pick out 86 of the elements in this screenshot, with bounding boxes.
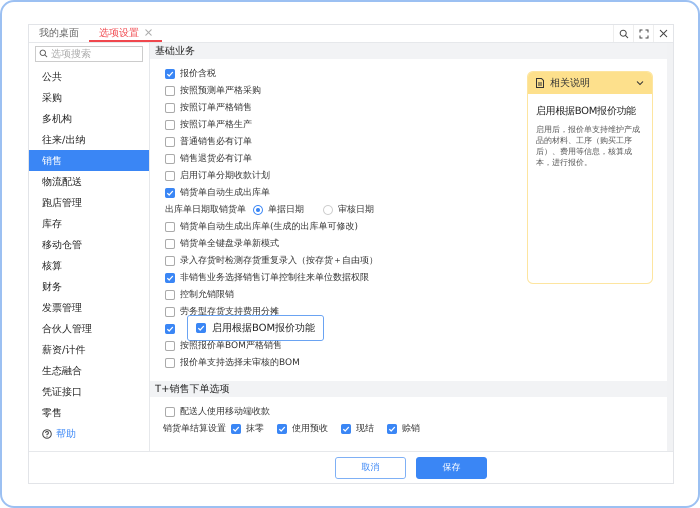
option-label: 销货单自动生成出库单(生成的出库单可修改) — [180, 220, 358, 233]
checkbox[interactable] — [196, 323, 206, 333]
radio-label: 单据日期 — [268, 204, 304, 216]
sidebar-item[interactable]: 销售 — [29, 150, 149, 171]
radio-label: 审核日期 — [338, 204, 374, 216]
sidebar-item[interactable]: 薪资/计件 — [29, 339, 149, 360]
sidebar-item[interactable]: 发票管理 — [29, 297, 149, 318]
option-label: 按照预测单严格采购 — [180, 84, 261, 97]
sidebar-item[interactable]: 财务 — [29, 276, 149, 297]
sidebar-item[interactable]: 移动仓管 — [29, 234, 149, 255]
option-label: 按照报价单BOM严格销售 — [180, 340, 282, 352]
checkbox[interactable] — [165, 340, 175, 350]
checkbox[interactable] — [165, 358, 175, 368]
option-label: 配送人使用移动端收款 — [180, 406, 270, 418]
checkbox[interactable] — [165, 136, 175, 146]
panel-header[interactable]: 相关说明 — [528, 72, 652, 94]
checkbox[interactable] — [277, 424, 287, 434]
callout-label: 启用根据BOM报价功能 — [212, 322, 316, 335]
checkbox[interactable] — [165, 170, 175, 180]
option-label: 赊销 — [402, 422, 420, 435]
checkbox[interactable] — [165, 102, 175, 112]
sidebar-item[interactable]: 公共 — [29, 66, 149, 87]
panel-description: 启用后，报价单支持维护产成品的材料、工序（购买工序后）、费用等信息，核算成本，进行报价。 — [536, 124, 641, 168]
checkbox[interactable] — [165, 120, 175, 130]
sidebar-item[interactable]: 采购 — [29, 87, 149, 108]
option-label: 报价含税 — [180, 68, 216, 80]
option-label: 销售退货必有订单 — [180, 152, 252, 165]
sidebar-item[interactable]: 零售 — [29, 402, 149, 423]
checkbox[interactable] — [165, 188, 175, 198]
search-field[interactable]: 选项搜索 — [35, 46, 143, 62]
option-label: 销货单结算设置 — [163, 422, 226, 435]
sidebar-item[interactable]: 往来/出纳 — [29, 129, 149, 150]
checkbox[interactable] — [165, 256, 175, 266]
checkbox[interactable] — [165, 290, 175, 300]
panel-title: 相关说明 — [550, 76, 590, 90]
sidebar-item[interactable]: 核算 — [29, 255, 149, 276]
close-icon[interactable] — [145, 29, 152, 36]
option-label: 普通销售必有订单 — [180, 135, 252, 148]
option-label: 销货单自动生成出库单 — [180, 186, 270, 199]
checkbox[interactable] — [165, 222, 175, 232]
document-icon — [536, 78, 544, 88]
sidebar-item[interactable]: 跑店管理 — [29, 192, 149, 213]
close-icon — [659, 29, 668, 38]
sidebar-item[interactable]: 多机构 — [29, 108, 149, 129]
checkbox[interactable] — [165, 68, 175, 78]
checkbox[interactable] — [165, 154, 175, 164]
sidebar-item[interactable]: 凭证接口 — [29, 381, 149, 402]
checkbox[interactable] — [165, 86, 175, 96]
checkbox[interactable] — [165, 406, 175, 416]
option-label: 启用订单分期收款计划 — [180, 170, 270, 182]
option-label: 出库单日期取销货单 — [165, 204, 246, 216]
help-link[interactable]: 帮助 — [29, 423, 149, 444]
radio-button[interactable] — [253, 204, 263, 214]
tab[interactable]: 我的桌面 — [29, 25, 89, 42]
checkbox[interactable] — [165, 238, 175, 248]
option-label: 报价单支持选择未审核的BOM — [180, 356, 300, 369]
checkbox[interactable] — [387, 424, 397, 434]
sidebar-item[interactable]: 生态融合 — [29, 360, 149, 381]
search-icon — [39, 49, 48, 58]
search-icon — [618, 28, 628, 38]
option-label: 抹零 — [246, 422, 264, 435]
cancel-button[interactable]: 取消 — [335, 456, 406, 478]
option-label: 非销售业务选择销售订单控制往来单位数据权限 — [180, 272, 369, 284]
option-label: 使用预收 — [292, 422, 328, 435]
checkbox[interactable] — [341, 424, 351, 434]
section-header: T+销售下单选项 — [150, 381, 667, 397]
help-icon — [42, 428, 52, 438]
tab[interactable]: 选项设置 — [89, 25, 162, 42]
panel-heading: 启用根据BOM报价功能 — [536, 104, 637, 118]
checkbox[interactable] — [231, 424, 241, 434]
save-button[interactable]: 保存 — [416, 456, 487, 478]
checkbox[interactable] — [165, 324, 175, 334]
option-label: 现结 — [356, 422, 374, 435]
checkbox[interactable] — [165, 272, 175, 282]
option-label: 控制允销限销 — [180, 288, 234, 301]
option-label: 销货单全键盘录单新模式 — [180, 238, 279, 250]
section-header: 基础业务 — [150, 43, 667, 59]
radio-button[interactable] — [323, 204, 333, 214]
sidebar-item[interactable]: 合伙人管理 — [29, 318, 149, 339]
option-label: 按照订单严格销售 — [180, 102, 252, 114]
sidebar-item[interactable]: 物流配送 — [29, 171, 149, 192]
option-label: 按照订单严格生产 — [180, 118, 252, 131]
checkbox[interactable] — [165, 306, 175, 316]
fullscreen-icon — [638, 28, 648, 38]
sidebar-item[interactable]: 库存 — [29, 213, 149, 234]
option-label: 录入存货时检测存货重复录入（按存货＋自由项） — [180, 254, 378, 267]
